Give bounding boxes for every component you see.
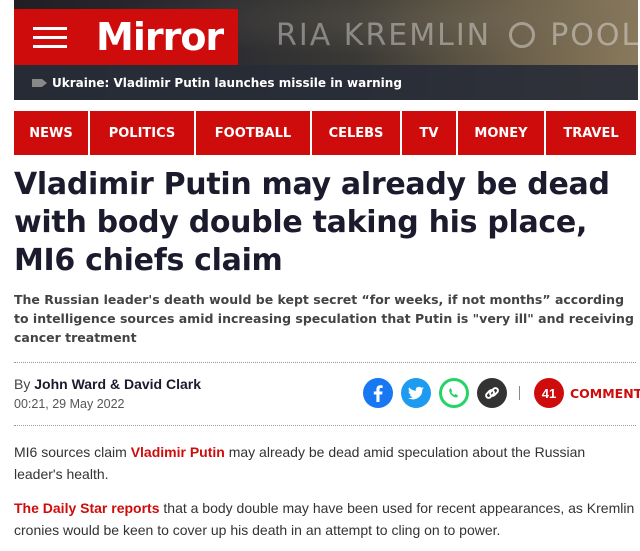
menu-button[interactable] bbox=[14, 9, 86, 65]
article-paragraph-1: MI6 sources claim Vladimir Putin may alr… bbox=[14, 441, 636, 485]
nav-tv[interactable]: TV bbox=[402, 111, 458, 155]
hamburger-line bbox=[33, 26, 67, 30]
share-bar: 41 COMMENTS bbox=[363, 378, 640, 408]
author-link-2[interactable]: David Clark bbox=[124, 376, 201, 392]
author-link-1[interactable]: John Ward bbox=[34, 376, 106, 392]
whatsapp-icon[interactable] bbox=[439, 378, 469, 408]
putin-topic-link[interactable]: Vladimir Putin bbox=[131, 444, 225, 460]
main-nav: NEWS POLITICS FOOTBALL CELEBS TV MONEY T… bbox=[14, 111, 636, 155]
hamburger-line bbox=[33, 35, 67, 39]
article-standfirst: The Russian leader's death would be kept… bbox=[14, 292, 634, 345]
watermark-globe-icon bbox=[508, 22, 535, 48]
article-paragraph-2: The Daily Star reports that a body doubl… bbox=[14, 497, 636, 541]
comment-count-badge[interactable]: 41 bbox=[534, 378, 564, 408]
nav-celebs[interactable]: CELEBS bbox=[312, 111, 402, 155]
comments-label[interactable]: COMMENTS bbox=[570, 386, 640, 401]
nav-football[interactable]: FOOTBALL bbox=[196, 111, 312, 155]
watermark-ria: RIA bbox=[276, 18, 333, 53]
divider-bottom bbox=[14, 425, 636, 426]
video-ticker[interactable]: Ukraine: Vladimir Putin launches missile… bbox=[14, 65, 638, 100]
author-separator: & bbox=[109, 376, 121, 392]
facebook-icon[interactable] bbox=[363, 378, 393, 408]
mirror-logo[interactable]: Mirror bbox=[86, 9, 238, 65]
twitter-icon[interactable] bbox=[401, 378, 431, 408]
article-headline: Vladimir Putin may already be dead with … bbox=[14, 167, 610, 278]
photo-watermark: RIA KREMLIN POOL bbox=[276, 18, 638, 53]
nav-news[interactable]: NEWS bbox=[14, 111, 90, 155]
daily-star-link[interactable]: The Daily Star reports bbox=[14, 500, 160, 516]
publish-date: 00:21, 29 May 2022 bbox=[14, 397, 125, 411]
watermark-pool: POOL bbox=[550, 18, 638, 53]
nav-politics[interactable]: POLITICS bbox=[90, 111, 196, 155]
byline-prefix: By bbox=[14, 376, 31, 392]
video-camera-icon bbox=[32, 78, 47, 87]
divider-top bbox=[14, 362, 636, 363]
share-separator bbox=[519, 386, 520, 400]
nav-travel[interactable]: TRAVEL bbox=[546, 111, 636, 155]
watermark-kremlin: KREMLIN bbox=[343, 18, 492, 53]
nav-money[interactable]: MONEY bbox=[458, 111, 546, 155]
ticker-text[interactable]: Ukraine: Vladimir Putin launches missile… bbox=[52, 76, 402, 90]
byline: By John Ward & David Clark bbox=[14, 376, 201, 392]
comments-link[interactable]: 41 COMMENTS bbox=[534, 378, 640, 408]
p1-text-a: MI6 sources claim bbox=[14, 444, 131, 460]
link-icon[interactable] bbox=[477, 378, 507, 408]
hamburger-line bbox=[33, 44, 67, 48]
